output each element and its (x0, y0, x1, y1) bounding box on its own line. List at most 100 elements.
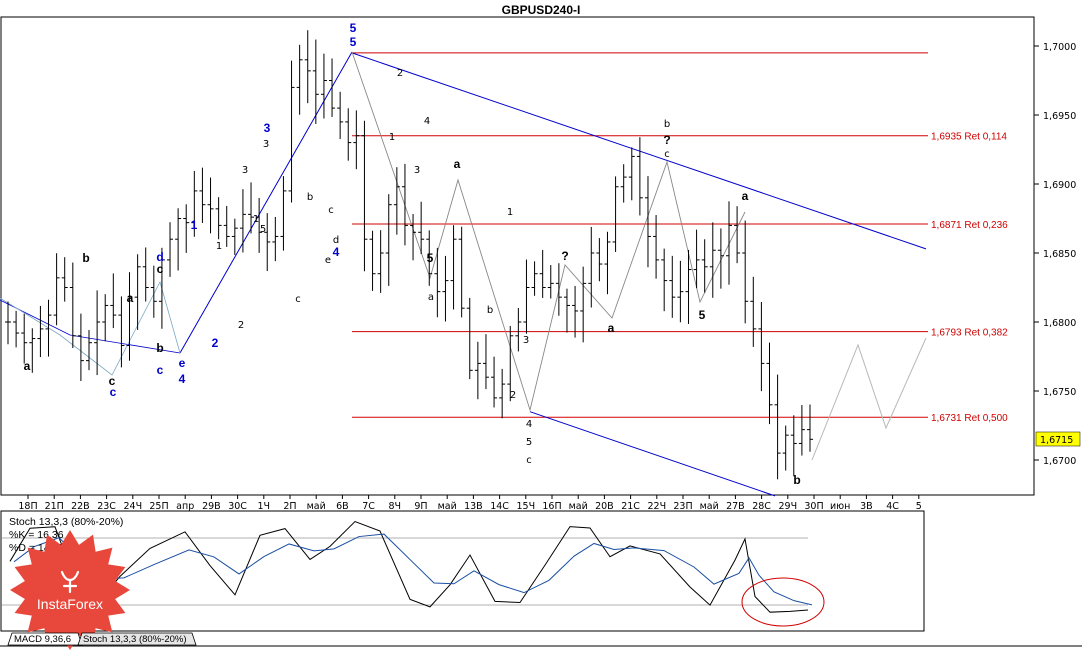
y-tick-label: 1,6700 (1043, 456, 1076, 467)
x-tick-label: 20В (595, 501, 614, 512)
x-tick-label: май (700, 501, 719, 512)
wave-label-blue: 4 (333, 245, 340, 259)
y-tick-label: 1,6900 (1043, 180, 1076, 191)
wave-label-black: 1 (253, 214, 259, 225)
x-tick-label: 14С (490, 501, 509, 512)
x-tick-label: 30П (804, 501, 823, 512)
wave-label-black: a (127, 291, 134, 305)
wave-label-black: b (487, 305, 493, 316)
wave-label-black: 2 (238, 320, 244, 331)
x-tick-label: 22Ч (647, 501, 666, 512)
wave-label-black: c (157, 262, 164, 276)
wave-label-black: c (109, 374, 116, 388)
indicator-tabs: MACD 9,36,6 Stoch 13,3,3 (80%-20%) (7, 632, 197, 646)
wave-label-black: b (793, 473, 800, 487)
wave-label-black: b (307, 192, 313, 203)
chart-title: GBPUSD240-I (502, 3, 581, 17)
wave-label-blue: 5 (350, 21, 357, 35)
wave-label-black: 2 (510, 390, 516, 401)
wave-label-black: c (295, 294, 301, 305)
y-tick-label: 1,6800 (1043, 318, 1076, 329)
x-tick-label: 16П (542, 501, 561, 512)
wave-label-black: 1 (216, 241, 222, 252)
x-tick-label: 1Ч (258, 501, 271, 512)
x-tick-label: 28С (752, 501, 771, 512)
stoch-title: Stoch 13,3,3 (80%-20%) (9, 516, 123, 528)
wave-label-black: ? (663, 133, 670, 147)
y-tick-label: 1,6750 (1043, 387, 1076, 398)
wave-label-black: 5 (699, 308, 706, 322)
x-tick-label: 23П (673, 501, 692, 512)
x-tick-label: 7С (362, 501, 375, 512)
wave-label-black: 5 (526, 437, 532, 448)
wave-label-black: 4 (424, 116, 430, 127)
fib-level-label: 1,6935 Ret 0,114 (931, 132, 1007, 143)
wave-label-blue: e (179, 356, 186, 370)
x-tick-label: 5 (916, 501, 922, 512)
x-tick-label: 18П (18, 501, 37, 512)
wave-label-blue: 2 (212, 336, 219, 350)
x-tick-label: май (438, 501, 457, 512)
wave-label-black: 1 (507, 207, 513, 218)
y-tick-label: 1,7000 (1043, 42, 1076, 53)
wave-label-black: 2 (397, 68, 403, 79)
wave-label-black: 5 (260, 224, 266, 235)
x-tick-label: 6В (336, 501, 349, 512)
fib-level-label: 1,6793 Ret 0,382 (931, 328, 1008, 339)
wave-label-blue: 4 (179, 372, 186, 386)
x-tick-label: 25П (149, 501, 168, 512)
wave-label-black: b (664, 119, 670, 130)
y-tick-label: 1,6950 (1043, 111, 1076, 122)
x-tick-label: 23С (97, 501, 116, 512)
wave-label-black: c (526, 455, 532, 466)
instaforex-logo: InstaForex (10, 530, 130, 650)
wave-label-black: 3 (242, 165, 248, 176)
y-tick-label: 1,6850 (1043, 249, 1076, 260)
x-tick-label: 29В (202, 501, 221, 512)
wave-label-black: a (428, 292, 434, 303)
fib-level-label: 1,6731 Ret 0,500 (931, 413, 1008, 424)
x-tick-label: 24Ч (123, 501, 142, 512)
wave-label-black: a (454, 157, 461, 171)
x-tick-label: 30С (228, 501, 247, 512)
wave-label-black: b (82, 251, 89, 265)
tab-macd-label: MACD 9,36,6 (14, 634, 71, 645)
wave-label-black: c (664, 149, 670, 160)
logo-text: InstaForex (37, 596, 103, 612)
wave-label-black: e (325, 255, 331, 266)
wave-label-black: 4 (526, 419, 532, 430)
wave-label-blue: 5 (350, 35, 357, 49)
current-price-value: 1,6715 (1040, 435, 1073, 446)
wave-label-black: a (24, 359, 31, 373)
wave-label-black: c (328, 205, 334, 216)
wave-label-black: b (156, 341, 163, 355)
wave-label-black: 1 (389, 132, 395, 143)
price-axis: 1,7000 1,6950 1,6900 1,6850 1,6800 1,6750 1,67… (1034, 42, 1076, 467)
x-tick-label: май (307, 501, 326, 512)
wave-label-black: a (742, 189, 749, 203)
x-tick-label: июн (830, 501, 850, 512)
wave-label-blue: 1 (191, 218, 198, 232)
x-tick-label: 15Ч (516, 501, 535, 512)
fib-level-label: 1,6871 Ret 0,236 (931, 220, 1008, 231)
wave-label-blue: c (157, 363, 164, 377)
x-tick-label: 27В (726, 501, 745, 512)
x-tick-label: 29Ч (778, 501, 797, 512)
x-tick-label: 22В (71, 501, 90, 512)
wave-label-blue: 3 (264, 121, 271, 135)
x-tick-label: 8Ч (389, 501, 402, 512)
stoch-k-value: %K = 16,36 (9, 529, 64, 541)
x-tick-label: 2П (283, 501, 296, 512)
wave-label-black: 3 (414, 165, 420, 176)
chart-canvas: GBPUSD240-I 1,6935 Ret 0,114 1,6871 Ret 0… (0, 3, 1082, 650)
wave-label-black: 3 (523, 335, 529, 346)
x-tick-label: 21П (45, 501, 64, 512)
wave-label-black: 3 (263, 139, 269, 150)
wave-label-black: a (608, 321, 615, 335)
time-axis: 18П 21П 22В 23С 24Ч 25П апр 29В 30С 1Ч 2П май 6В 7С 8Ч… (18, 495, 922, 512)
x-tick-label: 9П (414, 501, 427, 512)
wave-label-black: ? (561, 249, 568, 263)
tab-stoch-label: Stoch 13,3,3 (80%-20%) (83, 634, 187, 645)
x-tick-label: 13В (464, 501, 483, 512)
x-tick-label: 3В (860, 501, 873, 512)
